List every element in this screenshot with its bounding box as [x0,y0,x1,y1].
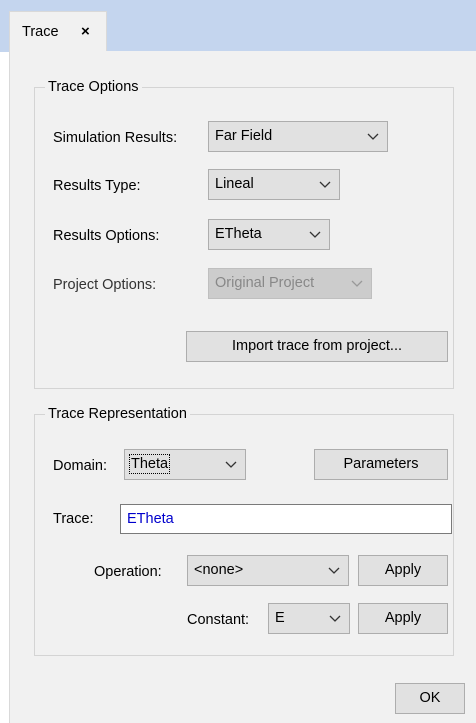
operation-select[interactable]: <none> [187,555,349,586]
trace-representation-title: Trace Representation [45,405,190,423]
constant-label: Constant: [187,612,250,628]
tab-trace-label: Trace [22,24,59,40]
trace-input[interactable]: ETheta [120,504,452,534]
simulation-results-select[interactable]: Far Field [208,121,388,152]
chevron-down-icon [319,181,331,188]
ok-button[interactable]: OK [395,683,465,714]
parameters-button[interactable]: Parameters [314,449,448,480]
chevron-down-icon [367,133,379,140]
chevron-down-icon [225,461,237,468]
simulation-results-value: Far Field [215,128,273,144]
operation-apply-button[interactable]: Apply [358,555,448,586]
import-trace-button[interactable]: Import trace from project... [186,331,448,362]
trace-options-title: Trace Options [45,78,142,96]
domain-value: Theta [128,454,171,474]
chevron-down-icon [351,280,363,287]
constant-apply-button[interactable]: Apply [358,603,448,634]
constant-value: E [275,610,285,626]
results-type-value: Lineal [215,176,254,192]
operation-label: Operation: [94,564,162,580]
project-options-select: Original Project [208,268,372,299]
chevron-down-icon [329,615,341,622]
results-options-label: Results Options: [53,228,160,244]
project-options-value: Original Project [215,275,315,291]
results-type-label: Results Type: [53,178,141,194]
domain-select[interactable]: Theta [124,449,246,480]
trace-label: Trace: [53,511,94,527]
trace-panel: Trace Options Simulation Results: Far Fi… [9,51,476,723]
constant-select[interactable]: E [268,603,350,634]
results-type-select[interactable]: Lineal [208,169,340,200]
chevron-down-icon [309,231,321,238]
project-options-label: Project Options: [53,277,157,293]
operation-value: <none> [194,562,244,578]
simulation-results-label: Simulation Results: [53,130,178,146]
domain-label: Domain: [53,458,107,474]
close-icon[interactable]: × [81,23,90,40]
tab-trace[interactable]: Trace × [9,11,107,52]
results-options-value: ETheta [215,226,262,242]
results-options-select[interactable]: ETheta [208,219,330,250]
chevron-down-icon [328,567,340,574]
